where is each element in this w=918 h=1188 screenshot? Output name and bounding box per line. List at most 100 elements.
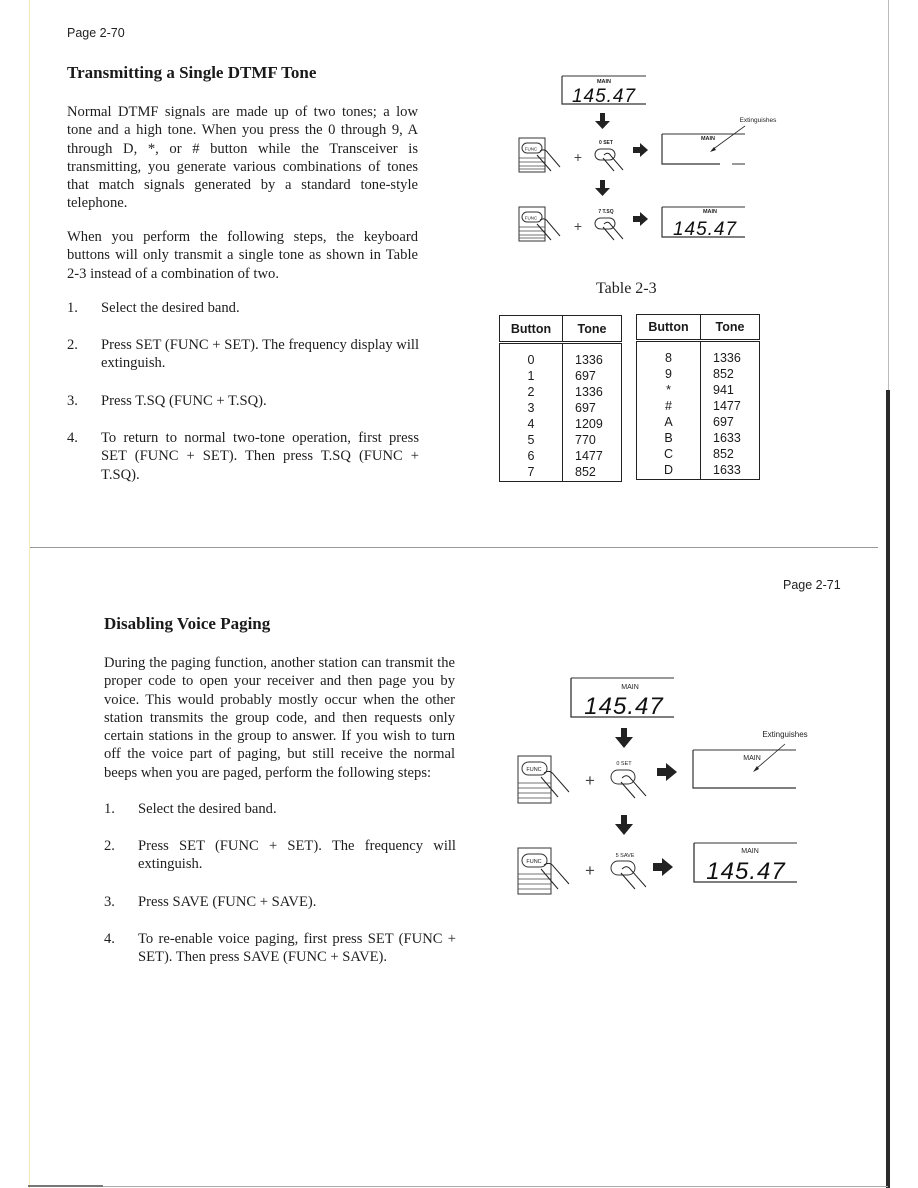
- table-cell: 770: [575, 433, 596, 447]
- plus-sign: +: [574, 149, 582, 165]
- dtmf-step-2: 2. Press SET (FUNC + SET). The frequency…: [67, 336, 419, 376]
- step-text: Press SET (FUNC + SET). The frequency di…: [101, 337, 419, 372]
- voice-step-3: 3. Press SAVE (FUNC + SAVE).: [104, 893, 456, 913]
- step-number: 1.: [104, 801, 115, 817]
- table-cell: 1633: [713, 463, 741, 477]
- column-header-tone: Tone: [715, 320, 745, 334]
- save-key-illustration: 5 SAVE: [610, 853, 647, 890]
- plus-sign: +: [585, 771, 595, 790]
- table-caption: Table 2-3: [596, 280, 657, 297]
- step-text: To re-enable voice paging, first press S…: [138, 931, 456, 966]
- lcd-display-extinguished: MAIN: [661, 125, 746, 165]
- table-cell: 1: [527, 369, 535, 383]
- dtmf-step-3: 3. Press T.SQ (FUNC + T.SQ).: [67, 392, 419, 412]
- dtmf-procedure-diagram: MAIN 145.47 FUNC + 0 SET Extinguishes MA…: [518, 75, 777, 242]
- display-label-main: MAIN: [621, 684, 639, 691]
- annotation-pointer: [711, 125, 746, 151]
- display-frequency: 145.47: [673, 219, 738, 240]
- display-frequency: 145.47: [706, 858, 786, 885]
- table-cell: 852: [575, 465, 596, 479]
- table-cell: 7: [527, 465, 535, 479]
- voice-paging-procedure-diagram: MAIN 145.47 FUNC + 0 SET Extinguishes MA…: [517, 677, 808, 895]
- func-key-label: FUNC: [525, 216, 538, 221]
- step-text: Press SAVE (FUNC + SAVE).: [138, 894, 317, 910]
- display-label-main: MAIN: [743, 755, 761, 762]
- table-body-right: 8 9 * # A B C D 1336 852 941 1477 697 1633 852 1633: [636, 341, 760, 480]
- step-text: Select the desired band.: [138, 801, 277, 817]
- table-cell: 1477: [575, 449, 603, 463]
- column-header-button: Button: [500, 316, 563, 341]
- arrow-down-icon: [615, 728, 633, 748]
- section-heading-voice-paging: Disabling Voice Paging: [104, 614, 271, 633]
- button-column: 0 1 2 3 4 5 6 7: [500, 344, 563, 481]
- plus-sign: +: [574, 218, 582, 234]
- voice-step-2: 2. Press SET (FUNC + SET). The frequency…: [104, 837, 456, 877]
- voice-paging-intro-paragraph: During the paging function, another stat…: [104, 655, 455, 781]
- table-cell: 0: [527, 353, 535, 367]
- step-text: Press SET (FUNC + SET). The frequency wi…: [138, 838, 456, 873]
- tone-column: 1336 697 1336 697 1209 770 1477 852: [563, 344, 620, 481]
- step-text: To return to normal two-tone operation, …: [101, 430, 419, 483]
- set-key-illustration: 0 SET: [594, 140, 624, 172]
- table-cell: 3: [527, 401, 535, 415]
- arrow-right-icon: [653, 858, 673, 876]
- arrow-down-icon: [595, 113, 610, 129]
- voice-step-4: 4. To re-enable voice paging, first pres…: [104, 930, 456, 970]
- tone-column: 1336 852 941 1477 697 1633 852 1633: [701, 342, 758, 479]
- table-cell: 1209: [575, 417, 603, 431]
- page-edge-right-binding: [886, 390, 890, 1188]
- func-key-label: FUNC: [526, 859, 541, 865]
- step-number: 2.: [67, 337, 78, 353]
- dtmf-step-4: 4. To return to normal two-tone operatio…: [67, 429, 419, 489]
- page-edge-right: [888, 0, 889, 390]
- table-cell: #: [665, 399, 672, 413]
- step-text: Press T.SQ (FUNC + T.SQ).: [101, 393, 267, 409]
- column-header-button: Button: [637, 315, 701, 339]
- table-cell: A: [664, 415, 673, 429]
- table-body-left: 0 1 2 3 4 5 6 7 1336 697 1336 697 1209 770 1477 852: [499, 343, 622, 482]
- page-bottom-edge: [28, 1186, 888, 1187]
- table-cell: 852: [713, 367, 734, 381]
- step-number: 4.: [67, 430, 78, 446]
- set-key-label: 0 SET: [599, 140, 613, 146]
- dtmf-intro-paragraph: Normal DTMF signals are made up of two t…: [67, 104, 418, 212]
- dtmf-intro-paragraph-2: When you perform the following steps, th…: [67, 229, 418, 282]
- set-key-illustration: 0 SET: [610, 761, 647, 799]
- arrow-down-icon: [595, 180, 610, 196]
- table-cell: 9: [665, 367, 672, 381]
- plus-sign: +: [585, 861, 595, 880]
- set-key-label: 0 SET: [616, 761, 632, 767]
- func-key-illustration: FUNC: [518, 206, 561, 242]
- table-cell: 8: [665, 351, 672, 365]
- page-number-right: Page 2-71: [783, 578, 841, 592]
- arrow-right-icon: [633, 143, 648, 157]
- page-divider: [30, 547, 878, 548]
- step-number: 3.: [67, 393, 78, 409]
- table-cell: D: [663, 463, 674, 477]
- table-cell: C: [663, 447, 674, 461]
- table-cell: 697: [575, 369, 596, 383]
- table-cell: B: [664, 431, 673, 445]
- display-label-main: MAIN: [701, 136, 715, 142]
- tsq-key-illustration: 7 T.SQ: [594, 209, 624, 241]
- page-number-left: Page 2-70: [67, 26, 125, 40]
- lcd-display-initial: MAIN 145.47: [561, 75, 646, 107]
- display-frequency: 145.47: [584, 693, 664, 720]
- func-key-illustration: FUNC: [517, 755, 570, 804]
- step-number: 4.: [104, 931, 115, 947]
- step-number: 1.: [67, 300, 78, 316]
- lcd-display-initial: MAIN 145.47: [570, 677, 674, 720]
- table-cell: 697: [713, 415, 734, 429]
- table-cell: 4: [527, 417, 535, 431]
- save-key-label: 5 SAVE: [616, 853, 635, 859]
- display-frequency: 145.47: [572, 86, 637, 107]
- table-header-left: Button Tone: [499, 315, 622, 342]
- lcd-display-extinguished: MAIN: [692, 743, 796, 789]
- button-column: 8 9 * # A B C D: [637, 342, 701, 479]
- arrow-right-icon: [657, 763, 677, 781]
- dtmf-step-1: 1. Select the desired band.: [67, 299, 419, 319]
- page-bottom-edge-mark: [28, 1185, 103, 1187]
- arrow-right-icon: [633, 212, 648, 226]
- lcd-display-restored: MAIN 145.47: [693, 842, 797, 885]
- voice-step-1: 1. Select the desired band.: [104, 800, 456, 820]
